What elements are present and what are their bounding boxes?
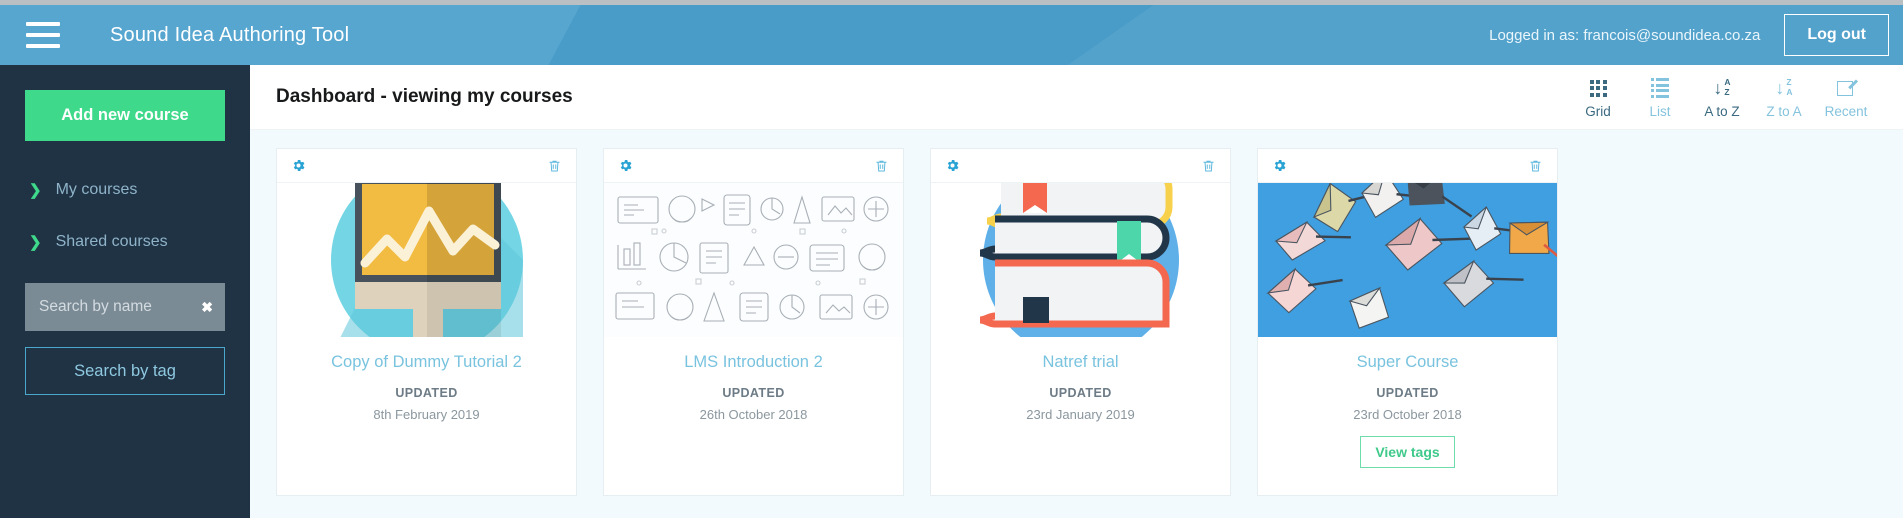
course-thumbnail [931, 183, 1230, 337]
main-content: Dashboard - viewing my courses Grid List [250, 65, 1903, 518]
sidebar-nav-list: ❯ My courses ❯ Shared courses [25, 171, 225, 261]
view-tool-label: Recent [1824, 104, 1868, 119]
course-title[interactable]: Super Course [1268, 353, 1547, 372]
content-header: Dashboard - viewing my courses Grid List [250, 65, 1903, 130]
gear-icon[interactable] [1272, 158, 1287, 173]
view-tags-button[interactable]: View tags [1360, 436, 1455, 468]
card-body: Super Course UPDATED 23rd October 2018 V… [1258, 337, 1557, 495]
sort-za-icon: ↓ ZA [1775, 77, 1793, 98]
view-tool-label: A to Z [1704, 104, 1740, 119]
sort-az-icon: ↓ AZ [1713, 77, 1731, 98]
grid-icon [1589, 77, 1607, 99]
view-tool-a-to-z[interactable]: ↓ AZ A to Z [1691, 75, 1753, 119]
course-card[interactable]: LMS Introduction 2 UPDATED 26th October … [603, 148, 904, 496]
card-body: Natref trial UPDATED 23rd January 2019 [931, 337, 1230, 495]
course-card[interactable]: Super Course UPDATED 23rd October 2018 V… [1257, 148, 1558, 496]
view-tool-label: Z to A [1766, 104, 1802, 119]
view-tool-z-to-a[interactable]: ↓ ZA Z to A [1753, 75, 1815, 119]
view-tool-grid[interactable]: Grid [1567, 75, 1629, 119]
course-card-grid: Copy of Dummy Tutorial 2 UPDATED 8th Feb… [250, 130, 1903, 496]
updated-label: UPDATED [722, 386, 785, 400]
top-header-bar: Sound Idea Authoring Tool Logged in as: … [0, 5, 1903, 65]
course-title[interactable]: Copy of Dummy Tutorial 2 [287, 353, 566, 372]
trash-icon[interactable] [1528, 158, 1543, 174]
sidebar: Add new course ❯ My courses ❯ Shared cou… [0, 65, 250, 518]
updated-label: UPDATED [1376, 386, 1439, 400]
view-tool-recent[interactable]: Recent [1815, 75, 1877, 119]
list-icon [1650, 77, 1670, 99]
card-actions [604, 149, 903, 183]
updated-date: 26th October 2018 [699, 407, 808, 422]
trash-icon[interactable] [874, 158, 889, 174]
gear-icon[interactable] [291, 158, 306, 173]
card-body: LMS Introduction 2 UPDATED 26th October … [604, 337, 903, 495]
clear-search-icon[interactable]: ✖ [201, 300, 213, 314]
sidebar-item-my-courses[interactable]: ❯ My courses [25, 171, 225, 209]
course-title[interactable]: LMS Introduction 2 [614, 353, 893, 372]
view-tools-bar: Grid List ↓ AZ A to Z ↓ Z A Z to A Recen… [1567, 75, 1877, 119]
course-thumbnail [1258, 183, 1557, 337]
hamburger-bar [26, 22, 60, 26]
sidebar-item-label: My courses [55, 181, 138, 198]
card-body: Copy of Dummy Tutorial 2 UPDATED 8th Feb… [277, 337, 576, 495]
chevron-right-icon: ❯ [29, 233, 42, 251]
course-thumbnail [277, 183, 576, 337]
card-actions [1258, 149, 1557, 183]
updated-label: UPDATED [395, 386, 458, 400]
updated-date: 23rd January 2019 [1026, 407, 1135, 422]
edit-pencil-icon [1836, 77, 1858, 99]
course-card[interactable]: Natref trial UPDATED 23rd January 2019 [930, 148, 1231, 496]
hamburger-bar [26, 33, 60, 37]
app-brand-title: Sound Idea Authoring Tool [110, 23, 350, 46]
search-input[interactable] [25, 283, 225, 331]
hamburger-bar [26, 44, 60, 48]
logged-in-user-text: Logged in as: francois@soundidea.co.za [1489, 26, 1761, 44]
sidebar-search-area: ✖ Search by tag [25, 283, 225, 395]
add-new-course-button[interactable]: Add new course [25, 90, 225, 141]
gear-icon[interactable] [945, 158, 960, 173]
course-title[interactable]: Natref trial [941, 353, 1220, 372]
card-actions [277, 149, 576, 183]
top-header-right: Logged in as: francois@soundidea.co.za L… [1489, 5, 1903, 65]
gear-icon[interactable] [618, 158, 633, 173]
hamburger-menu-icon[interactable] [26, 22, 60, 48]
search-by-name-box: ✖ [25, 283, 225, 331]
trash-icon[interactable] [1201, 158, 1216, 174]
app-root: Sound Idea Authoring Tool Logged in as: … [0, 0, 1903, 518]
course-card[interactable]: Copy of Dummy Tutorial 2 UPDATED 8th Feb… [276, 148, 577, 496]
sidebar-item-label: Shared courses [55, 233, 168, 250]
sidebar-item-shared-courses[interactable]: ❯ Shared courses [25, 223, 225, 261]
card-actions [931, 149, 1230, 183]
view-tool-list[interactable]: List [1629, 75, 1691, 119]
trash-icon[interactable] [547, 158, 562, 174]
course-thumbnail [604, 183, 903, 337]
search-by-tag-button[interactable]: Search by tag [25, 347, 225, 395]
view-tool-label: Grid [1585, 104, 1611, 119]
updated-date: 23rd October 2018 [1353, 407, 1462, 422]
updated-date: 8th February 2019 [373, 407, 480, 422]
view-tool-label: List [1649, 104, 1671, 119]
chevron-right-icon: ❯ [29, 181, 42, 199]
logout-button[interactable]: Log out [1784, 14, 1889, 56]
page-title: Dashboard - viewing my courses [276, 86, 573, 107]
updated-label: UPDATED [1049, 386, 1112, 400]
